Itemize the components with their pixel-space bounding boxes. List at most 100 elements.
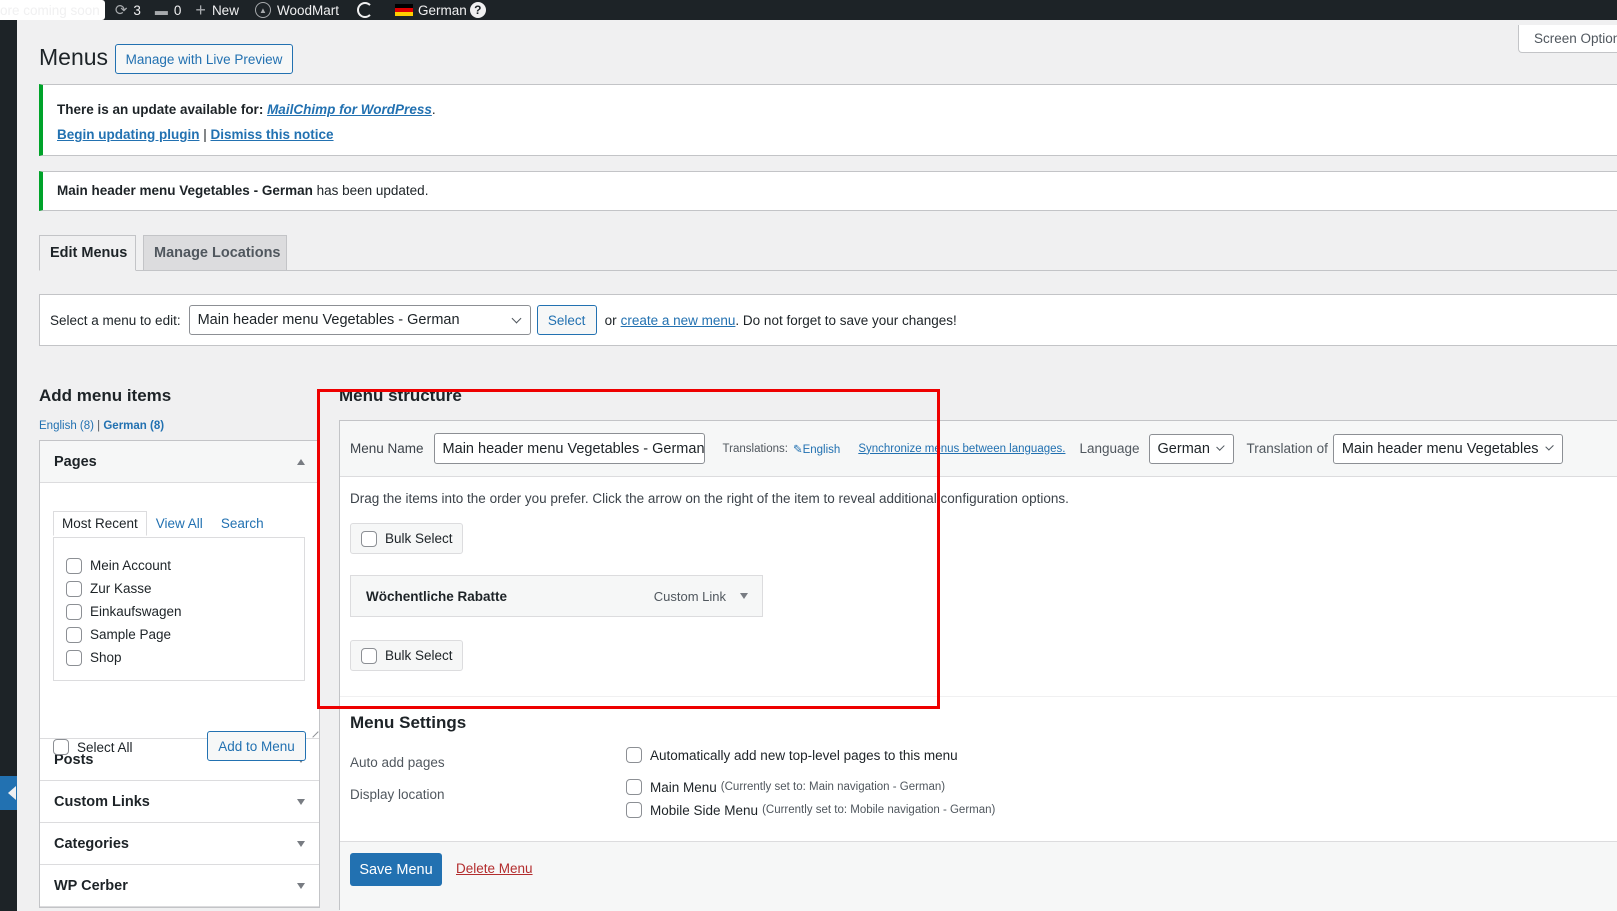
plus-icon: + xyxy=(195,0,206,20)
checkbox[interactable] xyxy=(66,603,82,620)
resize-handle-icon[interactable] xyxy=(307,726,319,738)
lang-german-link[interactable]: German (8) xyxy=(103,420,164,432)
location-main-menu-checkbox[interactable]: Main Menu (Currently set to: Main navigat… xyxy=(626,779,945,795)
plugin-link[interactable]: MailChimp for WordPress xyxy=(267,102,432,117)
begin-updating-link[interactable]: Begin updating plugin xyxy=(57,127,199,142)
pages-panel: Most Recent View All Search Mein Account… xyxy=(40,483,319,761)
menu-item-type: Custom Link xyxy=(654,589,748,604)
tab-most-recent[interactable]: Most Recent xyxy=(53,511,147,536)
manage-live-preview-button[interactable]: Manage with Live Preview xyxy=(115,44,293,74)
menu-name-label: Menu Name xyxy=(350,441,424,456)
checkbox[interactable] xyxy=(53,739,69,755)
auto-add-label: Auto add pages xyxy=(350,755,445,770)
update-notice-text: There is an update available for: MailCh… xyxy=(57,102,436,117)
delete-menu-link[interactable]: Delete Menu xyxy=(456,861,533,876)
page-item[interactable]: Einkaufswagen xyxy=(66,600,292,623)
updates-count: 3 xyxy=(133,2,141,18)
update-notice: There is an update available for: MailCh… xyxy=(39,84,1617,156)
save-menu-button[interactable]: Save Menu xyxy=(350,853,442,886)
chevron-down-icon xyxy=(1216,442,1225,451)
tab-view-all[interactable]: View All xyxy=(147,511,212,536)
tab-search[interactable]: Search xyxy=(212,511,273,536)
or-text: or xyxy=(604,312,617,328)
categories-section-header[interactable]: Categories xyxy=(40,823,319,865)
display-location-label: Display location xyxy=(350,787,445,802)
chevron-down-icon xyxy=(1544,442,1554,451)
checkbox[interactable] xyxy=(626,747,642,763)
pencil-icon: ✎ xyxy=(792,443,803,456)
language-filter: English (8) | German (8) xyxy=(39,420,165,432)
page-title: Menus xyxy=(39,44,109,70)
collapse-arrow-icon xyxy=(297,458,305,465)
updates-link[interactable]: ⟳ 3 xyxy=(115,0,141,20)
add-items-accordion: Pages Most Recent View All Search Mein A… xyxy=(39,440,320,908)
drag-instructions: Drag the items into the order you prefer… xyxy=(350,491,1069,506)
language-label: German xyxy=(417,2,467,18)
checkbox[interactable] xyxy=(361,647,377,664)
custom-links-section-header[interactable]: Custom Links xyxy=(40,781,319,823)
menu-name-input[interactable]: Main header menu Vegetables - German xyxy=(433,433,705,464)
checkbox[interactable] xyxy=(626,779,642,795)
edit-translation-link[interactable]: ✎English xyxy=(793,442,840,456)
select-menu-button[interactable]: Select xyxy=(536,305,597,335)
expand-arrow-icon xyxy=(297,840,305,847)
pages-tabs: Most Recent View All Search xyxy=(53,511,273,536)
menu-select[interactable]: Main header menu Vegetables - German xyxy=(188,305,531,335)
pages-checklist: Mein Account Zur Kasse Einkaufswagen Sam… xyxy=(53,537,305,681)
menu-item[interactable]: Wöchentliche Rabatte Custom Link xyxy=(350,575,763,617)
checkbox[interactable] xyxy=(626,802,642,818)
save-reminder-text: . Do not forget to save your changes! xyxy=(735,312,957,328)
page-item[interactable]: Shop xyxy=(66,646,292,669)
wp-cerber-section-header[interactable]: WP Cerber xyxy=(40,865,319,907)
menu-edit-frame: Menu Name Main header menu Vegetables - … xyxy=(339,420,1617,911)
dismiss-notice-link[interactable]: Dismiss this notice xyxy=(211,127,334,142)
expand-item-arrow-icon[interactable] xyxy=(740,593,748,599)
page-item[interactable]: Mein Account xyxy=(66,554,292,577)
bulk-select-button-top[interactable]: Bulk Select xyxy=(350,523,463,554)
checkbox[interactable] xyxy=(66,649,82,666)
page-item[interactable]: Zur Kasse xyxy=(66,577,292,600)
screen-options-button[interactable]: Screen Options xyxy=(1518,25,1617,53)
location-mobile-side-menu-checkbox[interactable]: Mobile Side Menu (Currently set to: Mobil… xyxy=(626,802,995,818)
tab-manage-locations[interactable]: Manage Locations xyxy=(143,235,287,271)
synchronize-menus-link[interactable]: Synchronize menus between languages. xyxy=(858,443,1065,455)
menu-item-title: Wöchentliche Rabatte xyxy=(366,588,508,604)
admin-bar: ore coming soon ⟳ 3 ▬ 0 + New ▲ WoodMart… xyxy=(0,0,1617,20)
bulk-select-button-bottom[interactable]: Bulk Select xyxy=(350,640,463,671)
plugin-link[interactable] xyxy=(356,0,373,20)
manage-menus-bar: Select a menu to edit: Main header menu … xyxy=(39,294,1617,346)
language-switcher[interactable]: German ? xyxy=(394,0,486,20)
checkbox[interactable] xyxy=(66,626,82,643)
menu-header: Menu Name Main header menu Vegetables - … xyxy=(340,421,1617,477)
lang-english-link[interactable]: English (8) xyxy=(39,420,94,432)
page-item[interactable]: Sample Page xyxy=(66,623,292,646)
translation-of-label: Translation of xyxy=(1246,441,1328,456)
woodmart-link[interactable]: ▲ WoodMart xyxy=(254,0,339,20)
expand-arrow-icon xyxy=(297,798,305,805)
translation-of-select[interactable]: Main header menu Vegetables xyxy=(1332,433,1563,464)
select-menu-label: Select a menu to edit: xyxy=(50,312,181,328)
select-all-checkbox[interactable]: Select All xyxy=(53,739,133,755)
tab-edit-menus[interactable]: Edit Menus xyxy=(39,235,136,271)
help-icon[interactable]: ? xyxy=(469,2,486,18)
checkbox[interactable] xyxy=(361,530,377,547)
woodmart-label: WoodMart xyxy=(276,2,339,18)
add-to-menu-button[interactable]: Add to Menu xyxy=(207,731,306,761)
chevron-down-icon xyxy=(511,313,522,323)
menu-updated-notice: Main header menu Vegetables - German has… xyxy=(39,171,1617,211)
auto-add-checkbox[interactable]: Automatically add new top-level pages to… xyxy=(626,747,958,763)
collapse-menu-arrow-icon[interactable] xyxy=(0,776,17,810)
refresh-icon: ⟳ xyxy=(114,2,128,19)
language-select[interactable]: German xyxy=(1148,433,1234,464)
comment-icon: ▬ xyxy=(154,2,168,18)
menu-select-value: Main header menu Vegetables - German xyxy=(197,312,460,328)
checkbox[interactable] xyxy=(66,580,82,597)
checkbox[interactable] xyxy=(66,557,82,574)
comments-link[interactable]: ▬ 0 xyxy=(155,0,182,20)
new-content-link[interactable]: + New xyxy=(195,0,239,20)
pages-section-header[interactable]: Pages xyxy=(40,441,319,483)
create-new-menu-link[interactable]: create a new menu xyxy=(621,313,736,328)
menu-settings-title: Menu Settings xyxy=(350,713,467,732)
coming-soon-badge[interactable]: ore coming soon xyxy=(0,0,105,20)
add-menu-items-title: Add menu items xyxy=(39,386,172,405)
